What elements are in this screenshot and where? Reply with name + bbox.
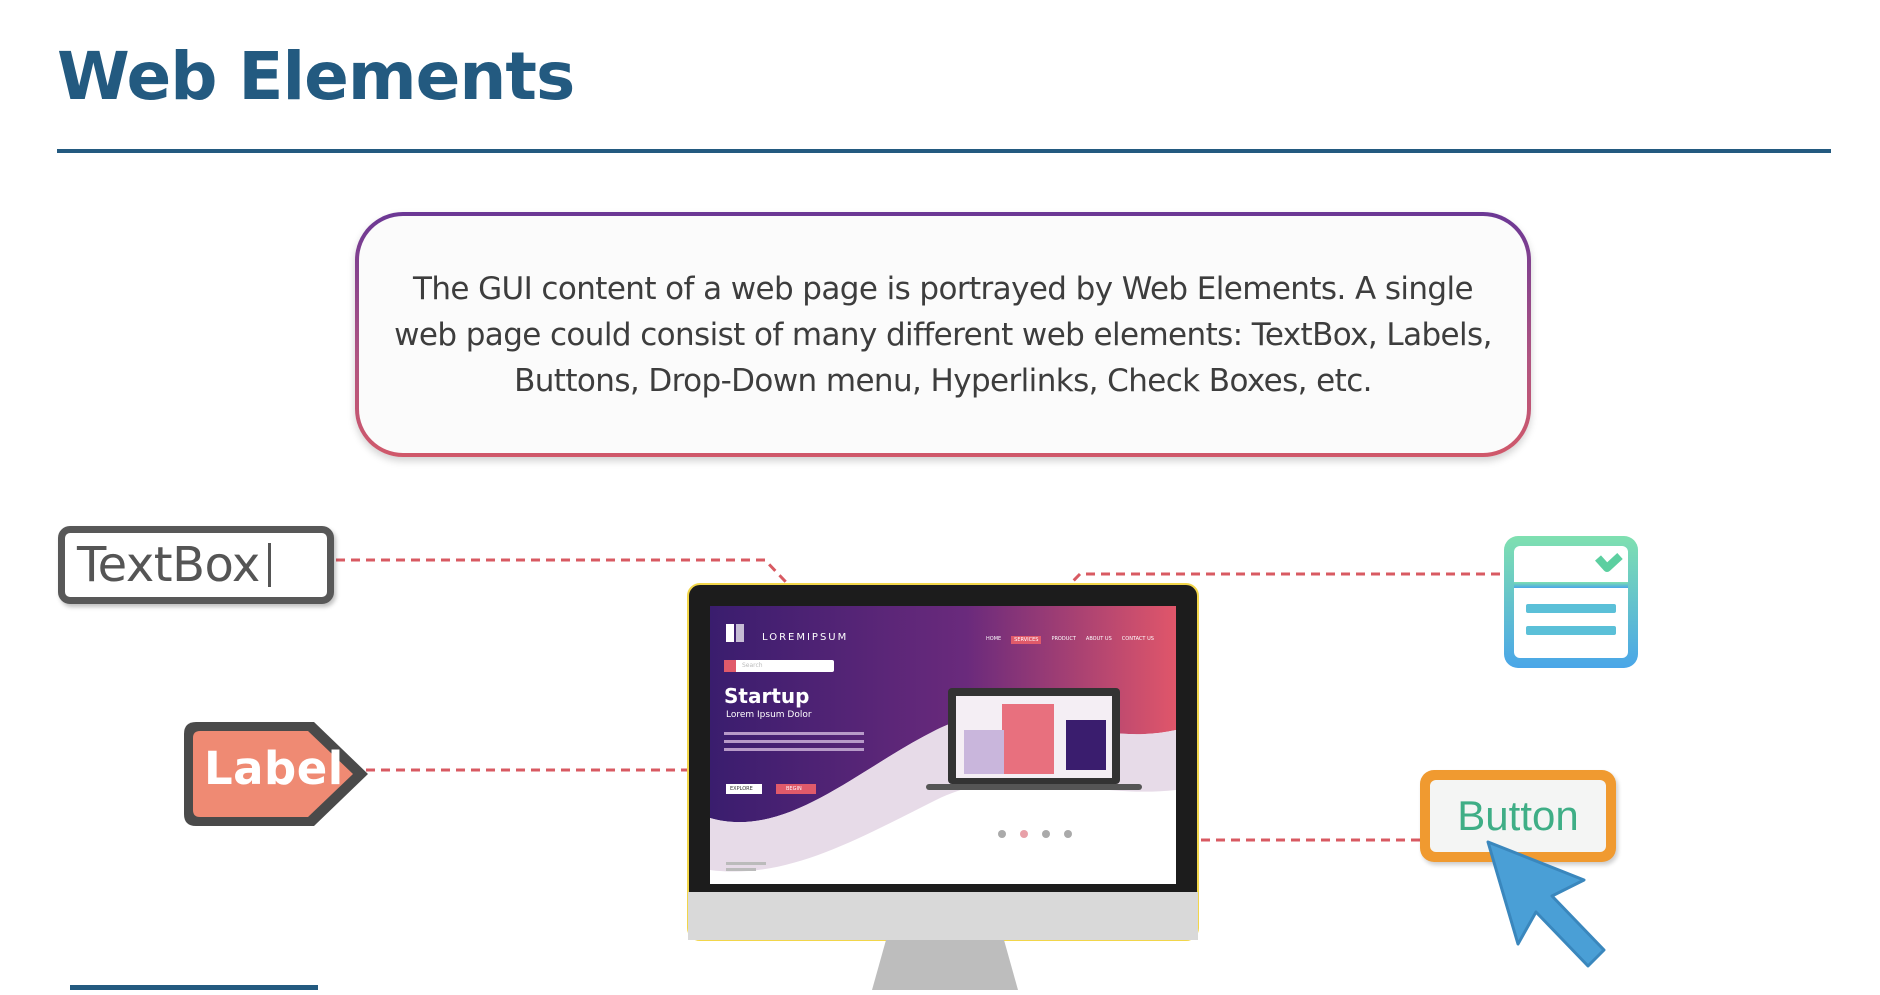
description-text: The GUI content of a web page is portray… bbox=[394, 270, 1492, 399]
description-callout: The GUI content of a web page is portray… bbox=[355, 212, 1531, 457]
mockup-nav-contact: CONTACT US bbox=[1121, 636, 1154, 642]
button-illustration-label: Button bbox=[1457, 792, 1579, 839]
dropdown-form-icon bbox=[1504, 536, 1638, 668]
monitor-illustration: LOREMIPSUM Search Startup Lorem Ipsum Do… bbox=[686, 580, 1210, 990]
mockup-nav-product: PRODUCT bbox=[1051, 636, 1076, 642]
title-divider bbox=[57, 149, 1831, 153]
mouse-pointer-icon bbox=[1486, 840, 1606, 968]
mockup-secondary-button: BEGIN bbox=[786, 786, 802, 792]
textbox-label: TextBox bbox=[77, 537, 260, 593]
mockup-hero-subtitle: Lorem Ipsum Dolor bbox=[726, 710, 812, 720]
mockup-nav-about: ABOUT US bbox=[1085, 636, 1112, 642]
mockup-search-placeholder: Search bbox=[742, 662, 763, 669]
mockup-nav: HOME SERVICES PRODUCT ABOUT US CONTACT U… bbox=[986, 636, 1154, 644]
slide-title: Web Elements bbox=[57, 38, 575, 115]
mockup-logo-text: LOREMIPSUM bbox=[762, 632, 849, 643]
footer-divider bbox=[70, 985, 318, 990]
mockup-nav-home: HOME bbox=[986, 636, 1002, 642]
textbox-illustration: TextBox bbox=[58, 526, 334, 604]
label-tag-illustration: Label bbox=[180, 718, 374, 830]
text-caret-icon bbox=[267, 543, 271, 587]
description-callout-inner: The GUI content of a web page is portray… bbox=[359, 216, 1527, 453]
dropdown-form-illustration bbox=[1500, 532, 1642, 672]
mockup-hero-title: Startup bbox=[724, 684, 810, 708]
label-tag-text: Label bbox=[204, 742, 344, 795]
mockup-primary-button: EXPLORE bbox=[730, 786, 753, 792]
mockup-nav-services: SERVICES bbox=[1011, 636, 1042, 644]
